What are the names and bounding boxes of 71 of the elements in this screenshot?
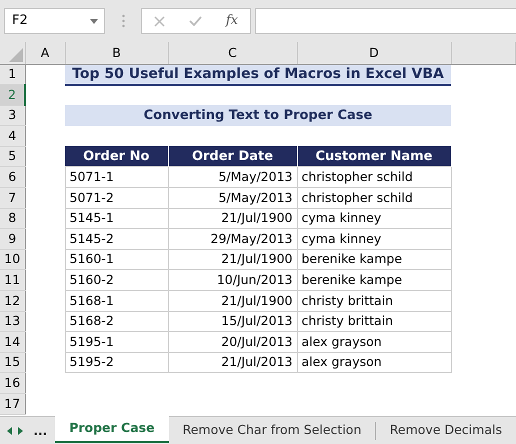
column-header[interactable]: D [297,42,451,64]
table-cell: 29/May/2013 [168,228,297,250]
table-cell: 5145-2 [65,228,168,250]
table-cell: 10/Jun/2013 [168,270,297,291]
more-sheets-button[interactable]: ... [26,417,56,444]
table-cell: 21/Jul/1900 [168,249,297,270]
table-cell: cyma kinney [297,208,451,229]
table-cell: cyma kinney [297,228,451,250]
sheet-tab[interactable]: Remove Decimals [376,417,516,444]
section-heading: Converting Text to Proper Case [65,105,451,126]
table-cell: christy brittain [297,290,451,312]
row-header[interactable]: 3 [0,105,25,126]
check-icon[interactable] [188,16,202,26]
name-box[interactable]: F2 [4,8,105,34]
scroll-left-icon[interactable] [7,426,12,434]
table-cell: christy brittain [297,311,451,332]
table-cell: 21/Jul/2013 [168,352,297,373]
row-header[interactable]: 8 [0,208,25,229]
column-header[interactable]: B [65,42,168,64]
table-cell: alex grayson [297,352,451,373]
row-header[interactable]: 12 [0,290,25,312]
table-cell: 5160-1 [65,249,168,270]
row-header[interactable]: 15 [0,352,25,373]
row-header[interactable]: 6 [0,166,25,188]
sheet-tab[interactable]: Proper Case [55,416,169,443]
table-cell: 21/Jul/1900 [168,290,297,312]
select-all-icon[interactable] [8,48,22,62]
cancel-icon[interactable] [154,16,165,26]
column-heading: Customer Name [297,146,451,167]
table-cell: berenike kampe [297,270,451,291]
table-cell: 5071-2 [65,188,168,208]
row-header[interactable]: 14 [0,332,25,352]
table-cell: christopher schild [297,166,451,188]
sheet-title: Top 50 Useful Examples of Macros in Excel VBA [65,64,451,85]
column-header[interactable]: A [25,42,65,64]
table-cell: 5/May/2013 [168,188,297,208]
column-heading: Order No [65,146,168,167]
row-header[interactable]: 7 [0,188,25,208]
row-header[interactable]: 2 [0,84,25,106]
scroll-right-icon[interactable] [18,426,23,434]
table-cell: berenike kampe [297,249,451,270]
row-header[interactable]: 13 [0,311,25,332]
table-cell: 5168-1 [65,290,168,312]
table-cell: 5195-1 [65,332,168,352]
table-cell: christopher schild [297,188,451,208]
row-header[interactable]: 1 [0,64,25,85]
table-cell: 5160-2 [65,270,168,291]
row-header[interactable]: 11 [0,270,25,291]
row-header[interactable]: 9 [0,228,25,250]
table-cell: 15/Jul/2013 [168,311,297,332]
row-header[interactable]: 5 [0,146,25,167]
row-header[interactable]: 16 [0,372,25,394]
table-cell: 5168-2 [65,311,168,332]
table-cell: alex grayson [297,332,451,352]
row-header[interactable]: 10 [0,249,25,270]
table-cell: 20/Jul/2013 [168,332,297,352]
formula-input[interactable] [255,8,516,34]
column-heading: Order Date [168,146,297,167]
cell-reference: F2 [12,12,28,30]
table-cell: 21/Jul/1900 [168,208,297,229]
table-cell: 5071-1 [65,166,168,188]
sheet-tab[interactable]: Remove Char from Selection [168,417,376,444]
row-header[interactable]: 4 [0,126,25,146]
insert-function-button[interactable]: fx [226,11,238,31]
table-cell: 5/May/2013 [168,166,297,188]
table-cell: 5195-2 [65,352,168,373]
grip-icon [122,14,124,28]
row-header[interactable]: 17 [0,394,25,414]
table-cell: 5145-1 [65,208,168,229]
dropdown-icon[interactable] [90,18,98,24]
column-header[interactable]: C [168,42,297,64]
